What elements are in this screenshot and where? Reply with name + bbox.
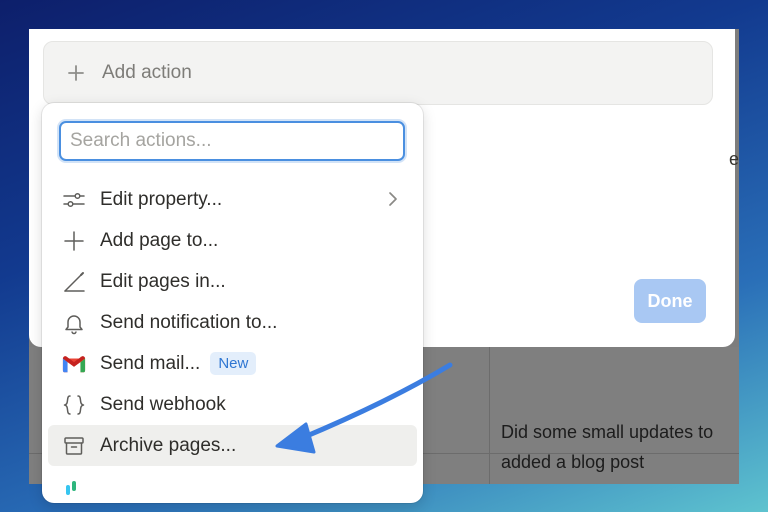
- sliders-icon: [62, 188, 86, 212]
- search-actions-input[interactable]: [59, 121, 405, 161]
- add-action-label: Add action: [102, 62, 192, 83]
- truncated-text: e: [729, 149, 739, 169]
- menu-item-label: Archive pages...: [100, 434, 237, 456]
- add-action-button[interactable]: Add action: [43, 41, 713, 105]
- menu-item-edit-property[interactable]: Edit property...: [48, 179, 417, 220]
- braces-icon: [62, 393, 86, 417]
- app-icon: [62, 475, 86, 499]
- menu-item-edit-pages[interactable]: Edit pages in...: [48, 261, 417, 302]
- chevron-right-icon: [389, 192, 397, 206]
- table-cell-text[interactable]: Did some small updates to added a blog p…: [501, 417, 739, 477]
- menu-item-add-page[interactable]: Add page to...: [48, 220, 417, 261]
- done-button[interactable]: Done: [634, 279, 706, 323]
- menu-item-label: Edit pages in...: [100, 270, 226, 292]
- table-column-divider: [489, 347, 490, 484]
- plus-icon: [62, 229, 86, 253]
- pencil-icon: [62, 270, 86, 294]
- menu-item-label: Send notification to...: [100, 311, 278, 333]
- menu-item-archive-pages[interactable]: Archive pages...: [48, 425, 417, 466]
- action-list: Edit property... Add page to... Edit pag…: [48, 179, 417, 503]
- menu-item-label: Edit property...: [100, 188, 223, 210]
- menu-item-partially-visible[interactable]: [48, 466, 417, 503]
- plus-icon: [68, 65, 84, 81]
- new-badge: New: [210, 352, 257, 375]
- menu-item-send-notification[interactable]: Send notification to...: [48, 302, 417, 343]
- archive-icon: [62, 434, 86, 458]
- gmail-icon: [62, 352, 86, 376]
- menu-item-label: Add page to...: [100, 229, 219, 251]
- menu-item-label: Send webhook: [100, 393, 226, 415]
- bell-icon: [62, 311, 86, 335]
- menu-item-label: Send mail...: [100, 352, 201, 374]
- action-dropdown-menu: Edit property... Add page to... Edit pag…: [42, 103, 423, 503]
- menu-item-send-webhook[interactable]: Send webhook: [48, 384, 417, 425]
- menu-item-send-mail[interactable]: Send mail... New: [48, 343, 417, 384]
